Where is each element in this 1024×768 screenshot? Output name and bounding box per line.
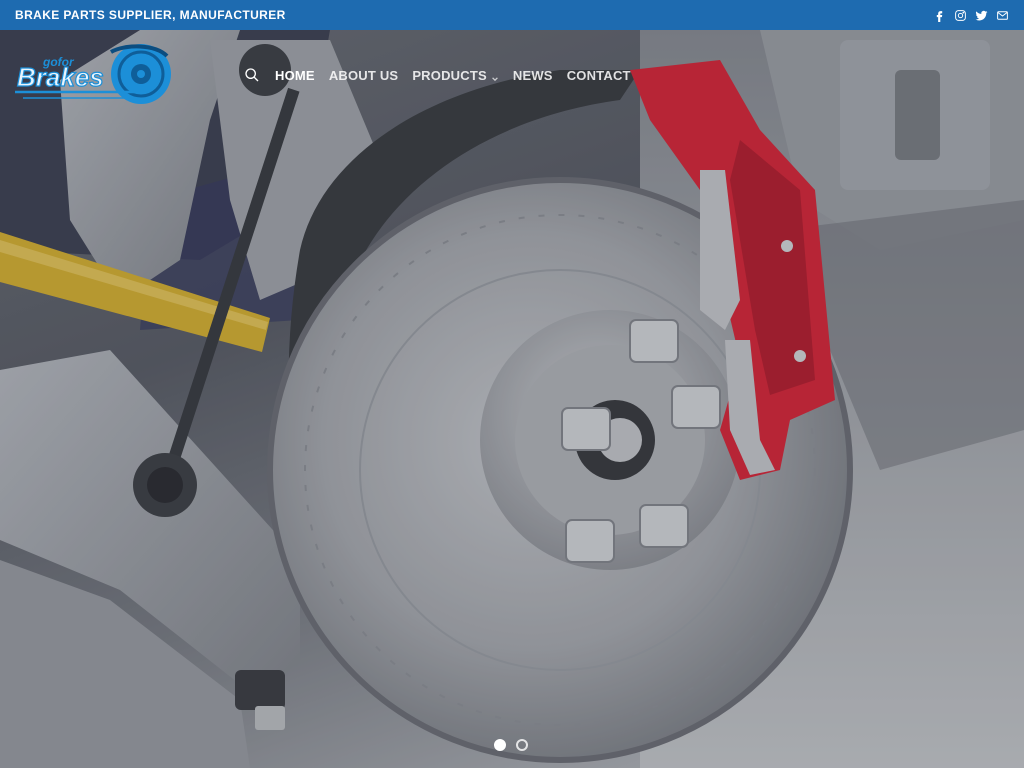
brand-logo[interactable]: gofor Brakes bbox=[15, 42, 175, 108]
top-bar: BRAKE PARTS SUPPLIER, MANUFACTURER bbox=[0, 0, 1024, 30]
nav-about-us[interactable]: ABOUT US bbox=[329, 68, 399, 83]
nav-home[interactable]: HOME bbox=[275, 68, 315, 83]
facebook-icon[interactable] bbox=[932, 8, 946, 22]
email-icon[interactable] bbox=[995, 8, 1009, 22]
social-links bbox=[932, 8, 1009, 22]
site-header: gofor Brakes HOME ABOUT US PRODUCTS NEWS… bbox=[0, 30, 1024, 120]
logo-text-main: Brakes bbox=[17, 62, 104, 92]
nav-news[interactable]: NEWS bbox=[513, 68, 553, 83]
instagram-icon[interactable] bbox=[953, 8, 967, 22]
nav-contact-label: CONTACT bbox=[566, 67, 631, 83]
nav-products-label: PRODUCTS bbox=[412, 67, 487, 83]
twitter-icon[interactable] bbox=[974, 8, 988, 22]
slide-dot-1[interactable] bbox=[494, 739, 506, 751]
topbar-tagline: BRAKE PARTS SUPPLIER, MANUFACTURER bbox=[15, 8, 286, 22]
nav-products[interactable]: PRODUCTS bbox=[412, 68, 499, 83]
hero-overlay bbox=[0, 30, 1024, 768]
slider-dots bbox=[494, 739, 528, 751]
main-navigation: HOME ABOUT US PRODUCTS NEWS CONTACT bbox=[244, 30, 645, 120]
search-icon[interactable] bbox=[244, 66, 262, 84]
hero-slider[interactable] bbox=[0, 30, 1024, 768]
nav-about-us-label: ABOUT US bbox=[328, 67, 399, 83]
slide-dot-2[interactable] bbox=[516, 739, 528, 751]
nav-news-label: NEWS bbox=[512, 67, 553, 83]
chevron-down-icon bbox=[491, 71, 499, 82]
nav-home-label: HOME bbox=[275, 67, 315, 83]
nav-contact[interactable]: CONTACT bbox=[567, 68, 631, 83]
